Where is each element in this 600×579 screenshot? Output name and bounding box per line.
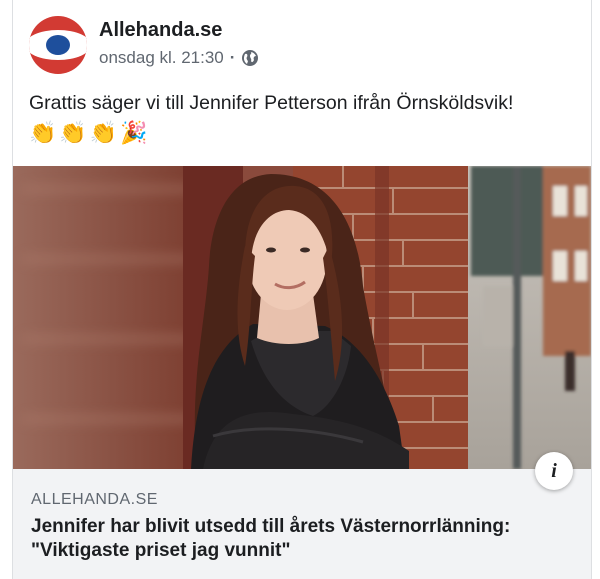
facebook-post: Allehanda.se onsdag kl. 21:30 · Grattis … <box>12 0 592 579</box>
post-header: Allehanda.se onsdag kl. 21:30 · <box>29 16 259 80</box>
post-subtitle: onsdag kl. 21:30 · <box>99 48 259 68</box>
info-icon-glyph: i <box>551 459 557 482</box>
link-headline[interactable]: Jennifer har blivit utsedd till årets Vä… <box>31 515 586 563</box>
page-name-link[interactable]: Allehanda.se <box>99 18 259 42</box>
clapping-hands-emoji: 👏 <box>59 121 87 146</box>
globe-icon[interactable] <box>241 49 259 67</box>
post-meta: Allehanda.se onsdag kl. 21:30 · <box>99 18 259 68</box>
party-popper-emoji: 🎉 <box>120 121 148 146</box>
link-domain: ALLEHANDA.SE <box>31 491 158 508</box>
post-timestamp[interactable]: onsdag kl. 21:30 <box>99 48 224 68</box>
portrait-photo-illustration <box>13 166 591 469</box>
separator-dot: · <box>229 48 236 67</box>
clapping-hands-emoji: 👏 <box>89 121 118 146</box>
emoji-row: 👏 👏 👏 🎉 <box>29 121 584 147</box>
post-message-text: Grattis säger vi till Jennifer Petterson… <box>29 92 514 114</box>
link-preview-photo[interactable] <box>13 166 591 469</box>
info-icon[interactable]: i <box>535 452 573 490</box>
clapping-hands-emoji: 👏 <box>29 121 57 146</box>
link-preview-box[interactable]: ALLEHANDA.SE Jennifer har blivit utsedd … <box>13 469 591 579</box>
page-avatar-logo[interactable] <box>29 16 87 74</box>
post-message: Grattis säger vi till Jennifer Petterson… <box>29 91 584 147</box>
